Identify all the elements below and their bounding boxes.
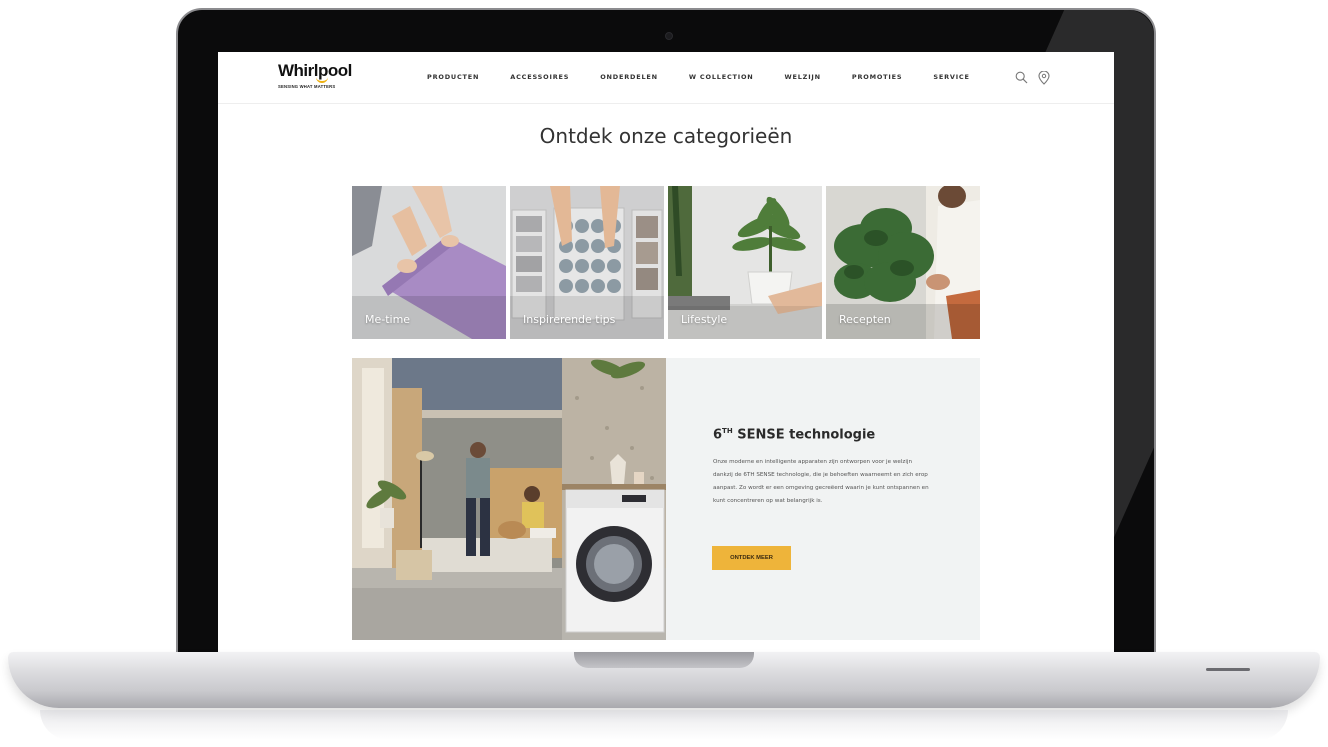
tile-label-recepten: Recepten [839,313,891,326]
site-header: Whirlpool SENSING WHAT MATTERS PRODUCTEN… [218,52,1114,104]
feature-title: 6TH SENSE technologie [713,427,875,442]
laptop-reflection [40,710,1288,740]
tile-label-me-time: Me-time [365,313,411,326]
category-tile-lifestyle[interactable]: Lifestyle [668,186,822,339]
location-pin-icon[interactable] [1038,71,1050,85]
nav-item-onderdelen[interactable]: ONDERDELEN [600,73,658,81]
categories-title: Ontdek onze categorieën [539,124,793,148]
nav-item-service[interactable]: SERVICE [933,73,969,81]
logo-swoosh-icon [316,76,328,83]
webcam-icon [665,32,673,40]
search-icon[interactable] [1015,71,1028,85]
browser-screen: Whirlpool SENSING WHAT MATTERS PRODUCTEN… [218,52,1114,653]
laptop-notch [574,652,754,668]
feature-body-text: Onze moderne en intelligente apparaten z… [713,459,929,504]
nav-item-promoties[interactable]: PROMOTIES [852,73,902,81]
category-tile-inspirerende-tips[interactable]: Inspirerende tips [510,186,664,339]
tile-label-lifestyle: Lifestyle [681,313,728,326]
feature-title-suffix: SENSE technologie [732,427,876,443]
laptop-base [8,652,1320,708]
category-tile-recepten[interactable]: Recepten [826,186,980,339]
laptop-vent [1206,668,1250,671]
main-nav: PRODUCTEN ACCESSOIRES ONDERDELEN W COLLE… [427,73,1001,81]
whirlpool-logo[interactable]: Whirlpool SENSING WHAT MATTERS [278,62,358,90]
header-icons [1015,71,1050,85]
nav-item-accessoires[interactable]: ACCESSOIRES [510,73,569,81]
logo-tagline: SENSING WHAT MATTERS [278,84,336,89]
category-tile-me-time[interactable]: Me-time [352,186,506,339]
feature-text-panel: 6TH SENSE technologie Onze moderne en in… [666,358,980,640]
feature-title-prefix: 6 [713,427,723,443]
nav-item-welzijn[interactable]: WELZIJN [785,73,821,81]
nav-item-producten[interactable]: PRODUCTEN [427,73,479,81]
tile-label-inspirerende-tips: Inspirerende tips [523,313,616,326]
living-room-illustration [352,358,666,640]
feature-title-superscript: TH [722,427,733,435]
nav-item-w-collection[interactable]: W COLLECTION [689,73,754,81]
ontdek-meer-button[interactable]: ONTDEK MEER [712,546,791,570]
feature-living-room-image [352,358,666,640]
